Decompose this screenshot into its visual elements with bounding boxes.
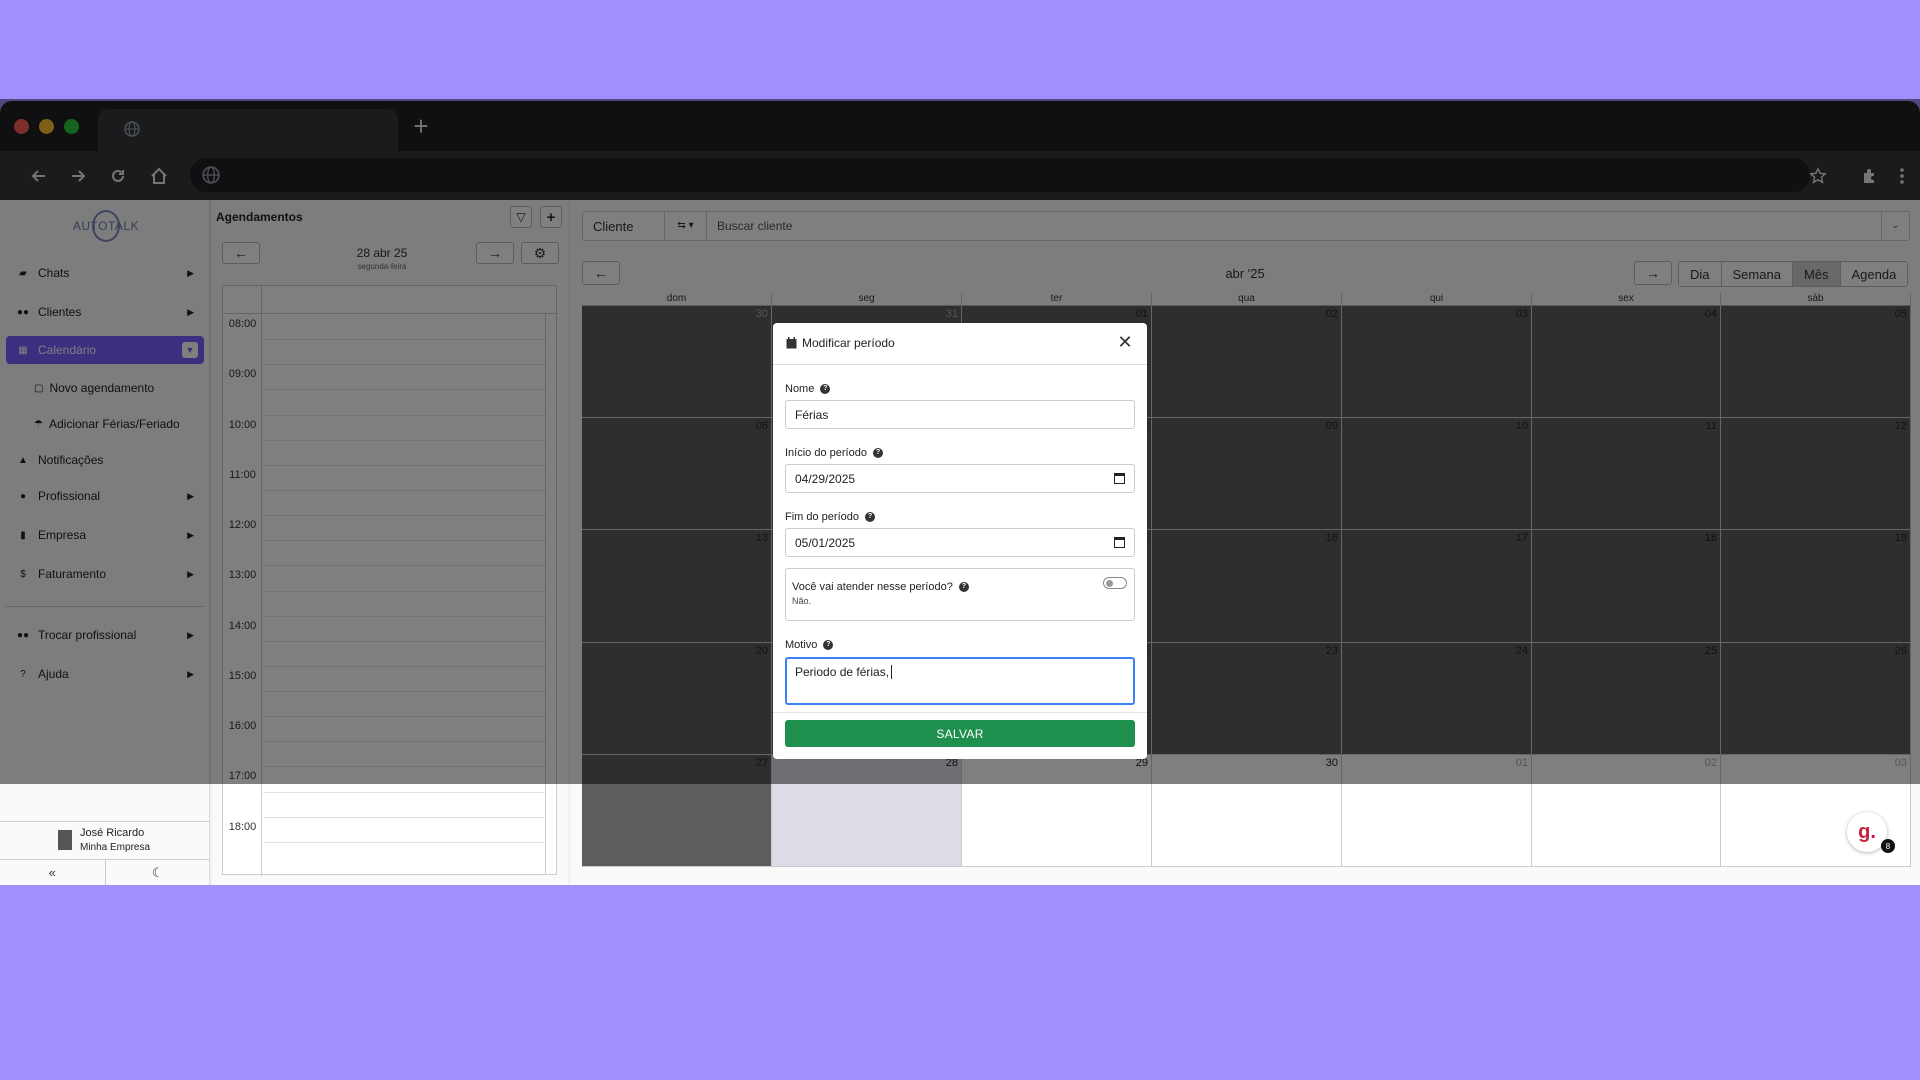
modal-header: Modificar período ✕: [773, 323, 1147, 365]
calendar-icon: [786, 337, 797, 352]
end-date-label-text: Fim do período: [785, 511, 859, 523]
end-date-label: Fim do período?: [785, 511, 875, 523]
help-icon[interactable]: ?: [823, 640, 834, 650]
hour-label: 18:00: [228, 821, 257, 833]
start-date-input[interactable]: 04/29/2025: [785, 464, 1135, 493]
half-hour-line: [263, 842, 545, 843]
modal-title: Modificar período: [802, 336, 895, 350]
modal-footer-divider: [773, 712, 1147, 713]
name-input[interactable]: Férias: [785, 400, 1135, 429]
user-profile[interactable]: José Ricardo Minha Empresa: [0, 821, 210, 859]
end-date-input[interactable]: 05/01/2025: [785, 528, 1135, 557]
reason-label: Motivo?: [785, 639, 834, 651]
half-hour-line: [263, 792, 545, 793]
help-icon[interactable]: ?: [820, 384, 831, 394]
name-label: Nome?: [785, 383, 831, 395]
help-icon[interactable]: ?: [872, 448, 883, 458]
user-company: Minha Empresa: [80, 842, 151, 853]
text-cursor: [891, 665, 893, 679]
chat-unread-badge: 8: [1881, 839, 1895, 853]
reason-label-text: Motivo: [785, 639, 818, 651]
theme-toggle-button[interactable]: ☾: [106, 860, 211, 885]
building-avatar-icon: [58, 830, 72, 850]
help-icon[interactable]: ?: [958, 582, 969, 592]
start-date-value: 04/29/2025: [795, 472, 856, 486]
attend-period-toggle[interactable]: [1103, 577, 1127, 589]
modify-period-modal: Modificar período ✕ Nome? Férias Início …: [773, 323, 1147, 759]
start-date-label-text: Início do período: [785, 447, 867, 459]
calendar-picker-icon[interactable]: [1114, 473, 1125, 484]
hour-line: [263, 817, 545, 818]
close-icon[interactable]: ✕: [1115, 332, 1135, 353]
reason-textarea[interactable]: Periodo de férias,: [785, 657, 1135, 705]
start-date-label: Início do período?: [785, 447, 883, 459]
calendar-picker-icon[interactable]: [1114, 537, 1125, 548]
sidebar-footer: « ☾: [0, 859, 210, 885]
attend-period-value: Não.: [792, 596, 812, 606]
save-button[interactable]: SALVAR: [785, 720, 1135, 747]
help-icon[interactable]: ?: [864, 512, 875, 522]
attend-period-box: Você vai atender nesse período?? Não.: [785, 568, 1135, 621]
attend-period-label-text: Você vai atender nesse período?: [792, 581, 953, 593]
name-input-value: Férias: [795, 408, 829, 422]
reason-value: Periodo de férias,: [795, 665, 890, 679]
user-name: José Ricardo: [80, 827, 145, 839]
collapse-sidebar-button[interactable]: «: [0, 860, 106, 885]
toggle-knob: [1106, 580, 1113, 587]
attend-period-label: Você vai atender nesse período??: [792, 581, 969, 593]
name-label-text: Nome: [785, 383, 815, 395]
end-date-value: 05/01/2025: [795, 536, 856, 550]
